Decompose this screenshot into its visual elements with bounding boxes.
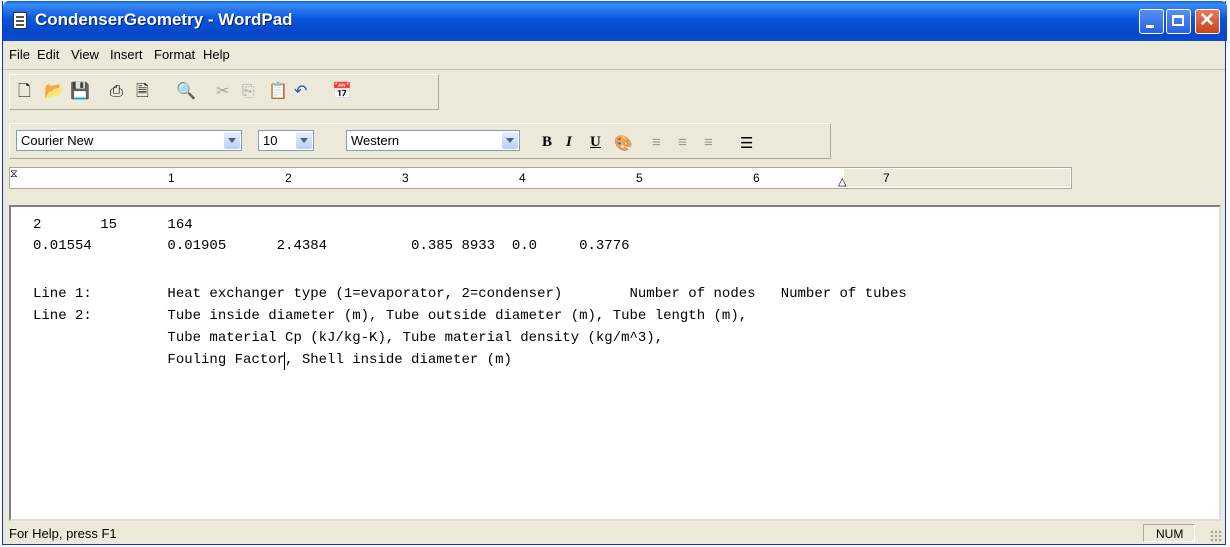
ruler-number: 1 [168, 171, 175, 185]
ruler-number: 7 [883, 171, 890, 185]
standard-toolbar: 🗋 📂 💾 ⎙ 🗎 🔍 ✂ ⎘ 📋 ↶ 📅 [9, 74, 439, 110]
title-bar[interactable]: CondenserGeometry - WordPad ✕ [3, 1, 1227, 41]
document-line: 0.01554 0.01905 2.4384 0.385 8933 0.0 0.… [33, 238, 630, 254]
ruler-number: 4 [519, 171, 526, 185]
status-bar: For Help, press F1 NUM [3, 522, 1225, 544]
window-title: CondenserGeometry - WordPad [35, 10, 293, 29]
ruler[interactable]: ⧖ 1 2 3 4 5 6 7 △ [9, 167, 1072, 189]
insert-datetime-icon[interactable]: 📅 [332, 84, 352, 100]
save-icon[interactable]: 💾 [70, 84, 90, 100]
document-area[interactable]: 2 15 164 0.01554 0.01905 2.4384 0.385 89… [9, 205, 1221, 521]
menu-bar: File Edit View Insert Format Help [3, 41, 1225, 70]
italic-button[interactable]: I [566, 134, 572, 151]
bold-button[interactable]: B [542, 134, 552, 151]
chevron-down-icon[interactable] [296, 132, 312, 149]
document-line: Tube material Cp (kJ/kg-K), Tube materia… [33, 330, 664, 346]
ruler-margin-area [844, 169, 1070, 187]
ruler-number: 2 [285, 171, 292, 185]
document-line: Line 2: Tube inside diameter (m), Tube o… [33, 308, 748, 324]
underline-button[interactable]: U [590, 134, 601, 151]
document-line: Line 1: Heat exchanger type (1=evaporato… [33, 286, 907, 302]
ruler-number: 6 [753, 171, 760, 185]
new-icon[interactable]: 🗋 [18, 84, 31, 100]
open-icon[interactable]: 📂 [44, 84, 64, 100]
chevron-down-icon[interactable] [502, 132, 518, 149]
print-preview-icon[interactable]: 🗎 [136, 84, 149, 100]
find-icon[interactable]: 🔍 [176, 84, 196, 100]
minimize-icon [1146, 25, 1154, 28]
bullets-icon[interactable]: ☰ [740, 134, 753, 152]
status-help-text: For Help, press F1 [9, 526, 117, 541]
cut-icon[interactable]: ✂ [216, 84, 229, 100]
align-center-icon[interactable]: ≡ [678, 134, 687, 151]
ruler-number: 3 [402, 171, 409, 185]
minimize-button[interactable] [1139, 9, 1164, 34]
num-lock-indicator: NUM [1143, 524, 1195, 542]
font-select-value: Courier New [21, 133, 94, 148]
document-line: 2 15 164 [33, 217, 193, 233]
align-right-icon[interactable]: ≡ [704, 134, 713, 151]
format-bar: Courier New 10 Western B I U 🎨 ≡ ≡ ≡ ☰ [9, 123, 831, 159]
menu-insert[interactable]: Insert [110, 47, 143, 62]
script-select-value: Western [351, 133, 400, 148]
script-select[interactable]: Western [346, 130, 520, 151]
ruler-number: 5 [636, 171, 643, 185]
font-size-select[interactable]: 10 [258, 130, 314, 151]
undo-icon[interactable]: ↶ [294, 84, 307, 100]
paste-icon[interactable]: 📋 [268, 84, 288, 100]
document-line: Fouling Factor, Shell inside diameter (m… [33, 352, 512, 368]
align-left-icon[interactable]: ≡ [652, 134, 661, 151]
close-icon: ✕ [1199, 10, 1215, 31]
copy-icon[interactable]: ⎘ [242, 84, 255, 100]
font-select[interactable]: Courier New [16, 130, 242, 151]
maximize-button[interactable] [1166, 9, 1191, 34]
chevron-down-icon[interactable] [224, 132, 240, 149]
menu-edit[interactable]: Edit [37, 47, 59, 62]
print-icon[interactable]: ⎙ [110, 84, 123, 100]
left-indent-marker[interactable]: ⧖ [10, 168, 18, 181]
menu-format[interactable]: Format [154, 47, 195, 62]
menu-view[interactable]: View [71, 47, 99, 62]
wordpad-window: CondenserGeometry - WordPad ✕ File Edit … [2, 1, 1227, 545]
font-size-value: 10 [263, 133, 278, 148]
resize-grip-icon[interactable] [1210, 530, 1222, 542]
menu-help[interactable]: Help [203, 47, 230, 62]
close-button[interactable]: ✕ [1195, 9, 1220, 34]
wordpad-document-icon[interactable] [13, 12, 27, 29]
text-cursor [284, 352, 285, 370]
color-palette-icon[interactable]: 🎨 [614, 134, 633, 152]
maximize-icon [1172, 15, 1184, 26]
right-indent-marker[interactable]: △ [838, 175, 846, 188]
menu-file[interactable]: File [9, 47, 30, 62]
